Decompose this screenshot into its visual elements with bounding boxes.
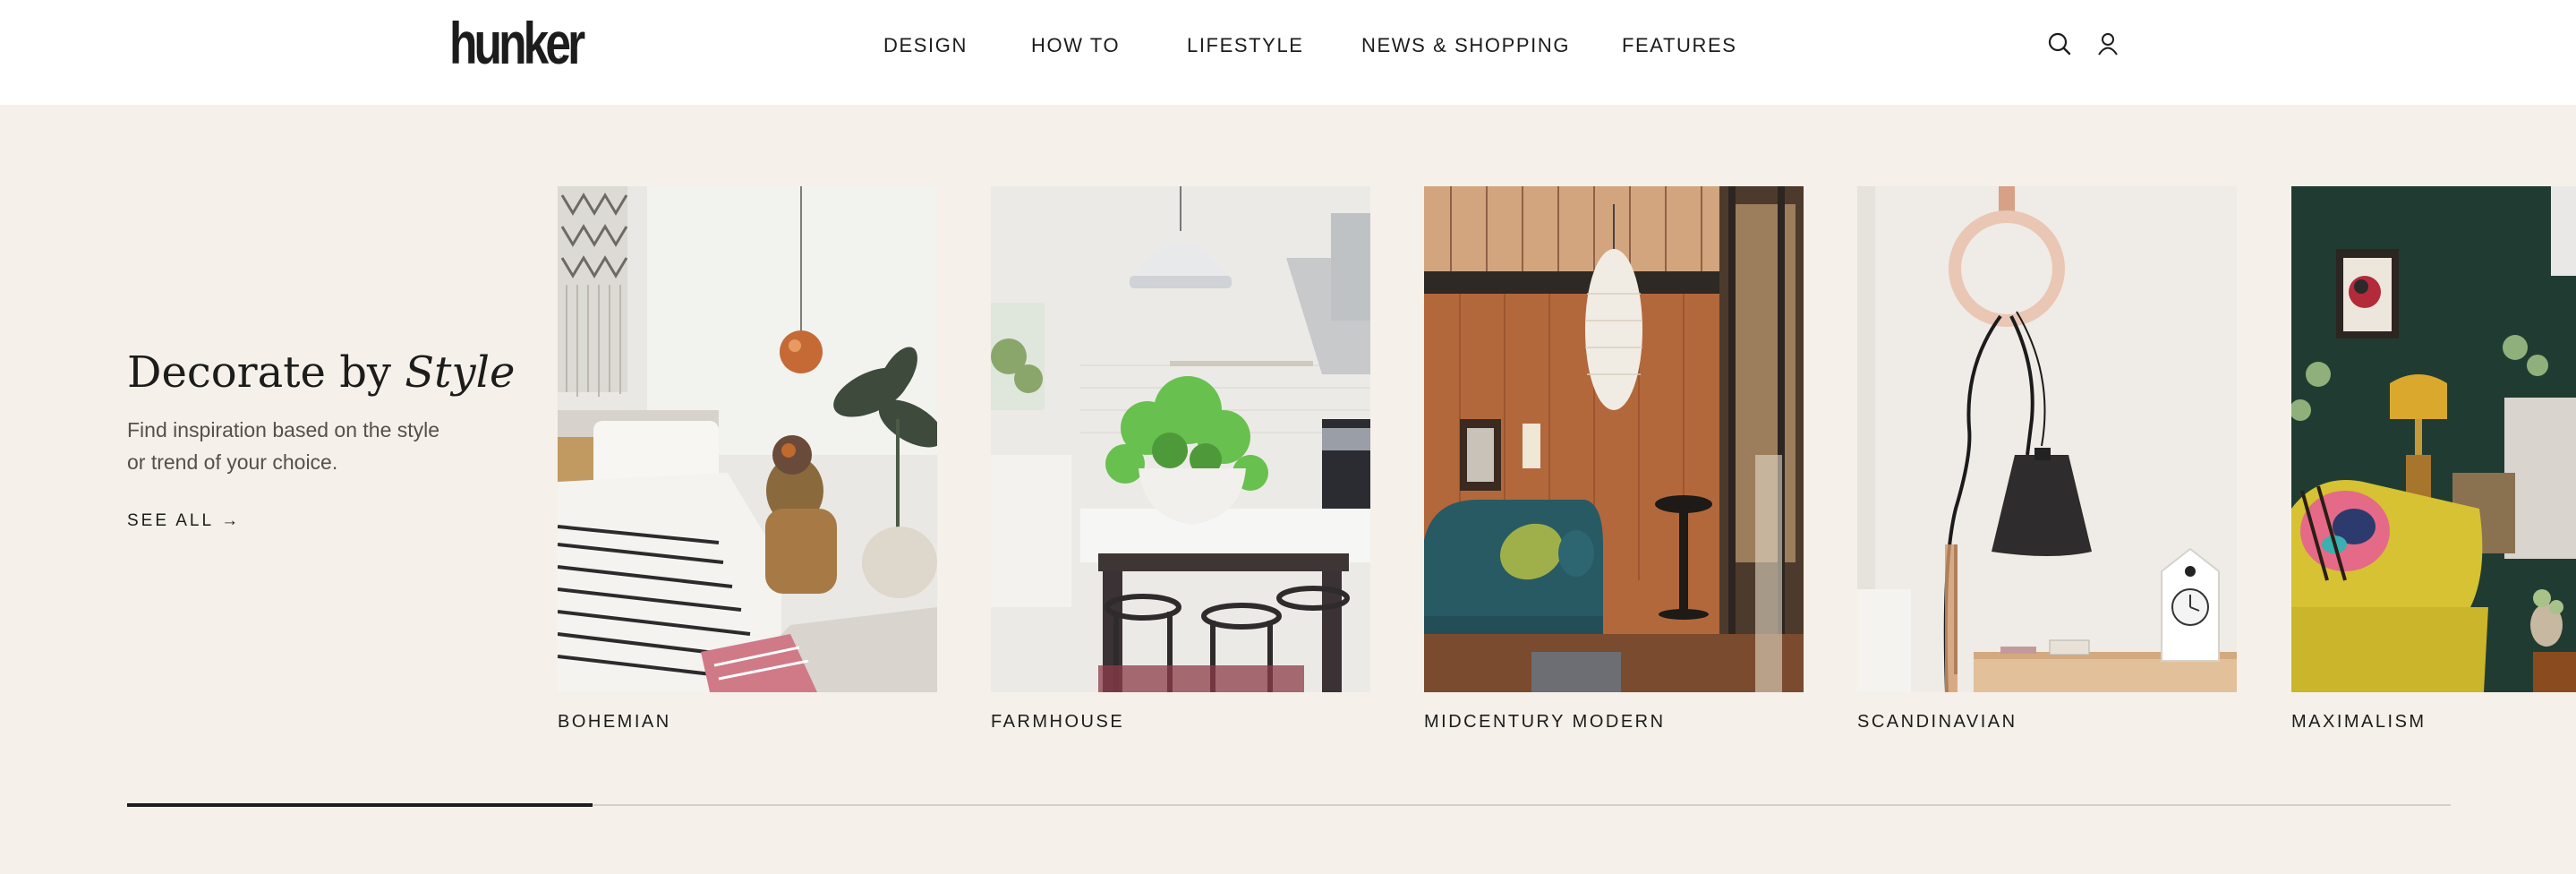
style-card-scandinavian[interactable]: SCANDINAVIAN bbox=[1857, 186, 2237, 732]
search-icon[interactable] bbox=[2046, 30, 2073, 57]
card-label-bohemian: BOHEMIAN bbox=[558, 712, 671, 732]
arrow-right-icon: → bbox=[221, 511, 242, 530]
card-label-maximalism: MAXIMALISM bbox=[2291, 712, 2427, 732]
nav-lifestyle[interactable]: LIFESTYLE bbox=[1187, 32, 1304, 59]
maximalism-image bbox=[2291, 186, 2576, 692]
logo-trademark: ™ bbox=[559, 56, 566, 64]
card-label-midcentury-modern: MIDCENTURY MODERN bbox=[1424, 712, 1666, 732]
carousel-progress-thumb[interactable] bbox=[127, 803, 593, 807]
site-header: hunker ™ DESIGN HOW TO LIFESTYLE NEWS & … bbox=[0, 0, 2576, 105]
nav-news-shopping[interactable]: NEWS & SHOPPING bbox=[1361, 32, 1570, 59]
see-all-link[interactable]: SEE ALL → bbox=[127, 509, 241, 534]
see-all-label: SEE ALL bbox=[127, 511, 215, 531]
nav-how-to[interactable]: HOW TO bbox=[1031, 32, 1120, 59]
nav-design[interactable]: DESIGN bbox=[883, 32, 968, 59]
title-plain: Decorate by bbox=[127, 347, 405, 398]
scandinavian-image bbox=[1857, 186, 2237, 692]
style-card-bohemian[interactable]: BOHEMIAN bbox=[558, 186, 937, 732]
title-italic: Style bbox=[405, 347, 516, 398]
card-label-farmhouse: FARMHOUSE bbox=[991, 712, 1125, 732]
style-card-midcentury-modern[interactable]: MIDCENTURY MODERN bbox=[1424, 186, 1804, 732]
style-card-farmhouse[interactable]: FARMHOUSE bbox=[991, 186, 1370, 732]
style-card-maximalism[interactable]: MAXIMALISM bbox=[2291, 186, 2576, 741]
farmhouse-image bbox=[991, 186, 1370, 692]
nav-features[interactable]: FEATURES bbox=[1622, 32, 1737, 59]
user-icon[interactable] bbox=[2094, 30, 2121, 57]
section-title: Decorate by Style bbox=[127, 344, 515, 401]
bohemian-image bbox=[558, 186, 937, 692]
section-description: Find inspiration based on the style or t… bbox=[127, 418, 440, 474]
hunker-logo[interactable]: hunker bbox=[449, 11, 585, 75]
card-label-scandinavian: SCANDINAVIAN bbox=[1857, 712, 2017, 732]
midcentury-modern-image bbox=[1424, 186, 1804, 692]
